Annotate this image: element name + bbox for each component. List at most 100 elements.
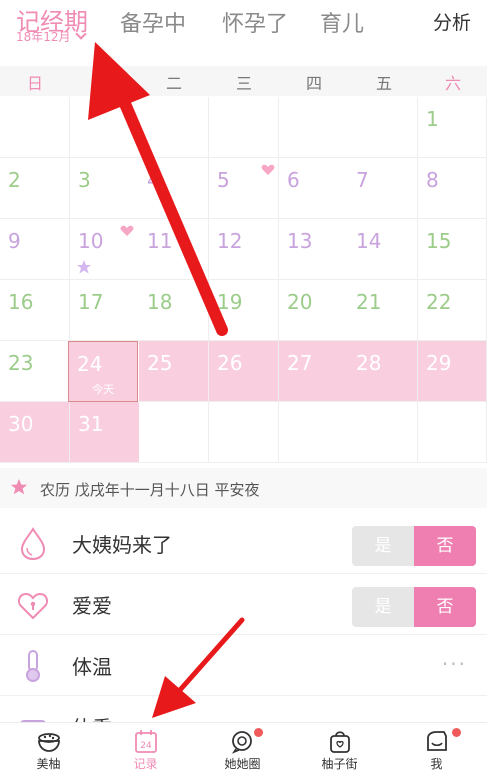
love-heart-icon [120,225,134,236]
calendar-day[interactable]: 22 [418,280,487,341]
day-number: 4 [147,168,160,192]
calendar-empty-cell [279,97,349,158]
calendar-day-period[interactable]: 29 [418,341,487,402]
meiyou-bowl-icon [38,733,60,752]
calendar-day[interactable]: 17 [70,280,140,341]
calendar-day[interactable]: 19 [209,280,279,341]
month-selector[interactable]: 18年12月 [16,28,87,45]
nav-me[interactable]: 我 [388,723,485,772]
calendar-day[interactable]: 1 [418,97,487,158]
love-heart-icon [261,164,275,175]
day-number: 13 [287,229,313,253]
weekday-wed: 三 [235,74,252,93]
day-number: 8 [426,168,439,192]
day-number: 29 [426,351,452,375]
analysis-button[interactable]: 分析 [433,8,471,35]
calendar-day-period[interactable]: 25 [139,341,209,402]
calendar-day[interactable]: 5 [209,158,279,219]
nav-community[interactable]: 她她圈 [194,723,291,772]
calendar-empty-cell [139,402,209,463]
bottom-navigation: 美柚 24 记录 她她圈 柚子街 我 [0,722,487,772]
record-label: 体重 [72,712,112,722]
calendar-day[interactable]: 14 [348,219,418,280]
calendar-day[interactable]: 23 [0,341,70,402]
weekday-sat: 六 [444,74,461,93]
nav-record[interactable]: 24 记录 [97,723,194,772]
love-toggle[interactable]: 是 否 [352,587,476,627]
day-number: 19 [217,290,243,314]
calendar-day[interactable]: 9 [0,219,70,280]
day-number: 6 [287,168,300,192]
calendar-day[interactable]: 11 [139,219,209,280]
ovulation-flower-icon [77,260,91,274]
day-number: 1 [426,107,439,131]
tab-pregnant[interactable]: 怀孕了 [222,6,288,38]
calendar-day[interactable]: 4 [139,158,209,219]
more-icon[interactable]: ··· [442,652,467,676]
day-number: 3 [78,168,91,192]
day-number: 11 [147,229,173,253]
calendar-day[interactable]: 20 [279,280,349,341]
nav-label: 我 [430,757,443,771]
weekday-mon: 一 [95,74,112,93]
calendar-day-today[interactable]: 24 今天 [68,341,138,402]
thermometer-icon [26,650,40,682]
calendar-day[interactable]: 7 [348,158,418,219]
tab-parenting[interactable]: 育儿 [320,6,364,38]
calendar-day-period[interactable]: 28 [348,341,418,402]
calendar-day[interactable]: 12 [209,219,279,280]
calendar-day-period[interactable]: 31 [70,402,140,463]
drop-icon [20,527,46,561]
day-number: 17 [78,290,104,314]
period-toggle[interactable]: 是 否 [352,526,476,566]
day-number: 26 [217,351,243,375]
calendar-empty-cell [348,97,418,158]
day-number: 12 [217,229,243,253]
nav-shop[interactable]: 柚子街 [291,723,388,772]
calendar-day[interactable]: 16 [0,280,70,341]
day-number: 2 [8,168,21,192]
day-number: 28 [356,351,382,375]
calendar-empty-cell [418,402,487,463]
calendar-day[interactable]: 21 [348,280,418,341]
calendar-day[interactable]: 6 [279,158,349,219]
month-label: 18年12月 [16,30,71,44]
calendar-day[interactable]: 8 [418,158,487,219]
calendar-day-period[interactable]: 26 [209,341,279,402]
calendar-empty-cell [209,97,279,158]
today-label: 今天 [92,383,114,396]
calendar-day-period[interactable]: 30 [0,402,70,463]
calendar-day[interactable]: 2 [0,158,70,219]
calendar-empty-cell [70,97,140,158]
record-row-temperature[interactable]: 体温 ··· [0,636,487,696]
day-number: 20 [287,290,313,314]
calendar-empty-cell [139,97,209,158]
record-label: 体温 [72,655,112,679]
scale-icon [20,720,46,722]
tab-trying-to-conceive[interactable]: 备孕中 [120,6,186,38]
day-number: 30 [8,412,34,436]
day-number: 9 [8,229,21,253]
calendar-day[interactable]: 3 [70,158,140,219]
nav-label: 她她圈 [224,757,261,771]
calendar-day[interactable]: 10 [70,219,140,280]
toggle-yes[interactable]: 是 [352,526,414,566]
toggle-no[interactable]: 否 [414,587,476,627]
calendar-grid: 1 2 3 4 5 6 7 8 9 10 11 12 13 14 15 16 1… [0,97,487,463]
calendar-day[interactable]: 18 [139,280,209,341]
toggle-yes[interactable]: 是 [352,587,414,627]
calendar-day[interactable]: 13 [279,219,349,280]
calendar-day-period[interactable]: 27 [279,341,349,402]
calendar-day[interactable]: 15 [418,219,487,280]
record-row-weight[interactable]: 体重 [0,697,487,722]
nav-label: 记录 [133,757,158,771]
toggle-no[interactable]: 否 [414,526,476,566]
day-number: 25 [147,351,173,375]
heart-lock-icon [17,592,49,620]
calendar-empty-cell [348,402,418,463]
weekday-thu: 四 [305,74,322,93]
nav-meiyou[interactable]: 美柚 [0,723,97,772]
day-number: 23 [8,351,34,375]
day-number: 15 [426,229,452,253]
nav-label: 柚子街 [321,757,358,771]
